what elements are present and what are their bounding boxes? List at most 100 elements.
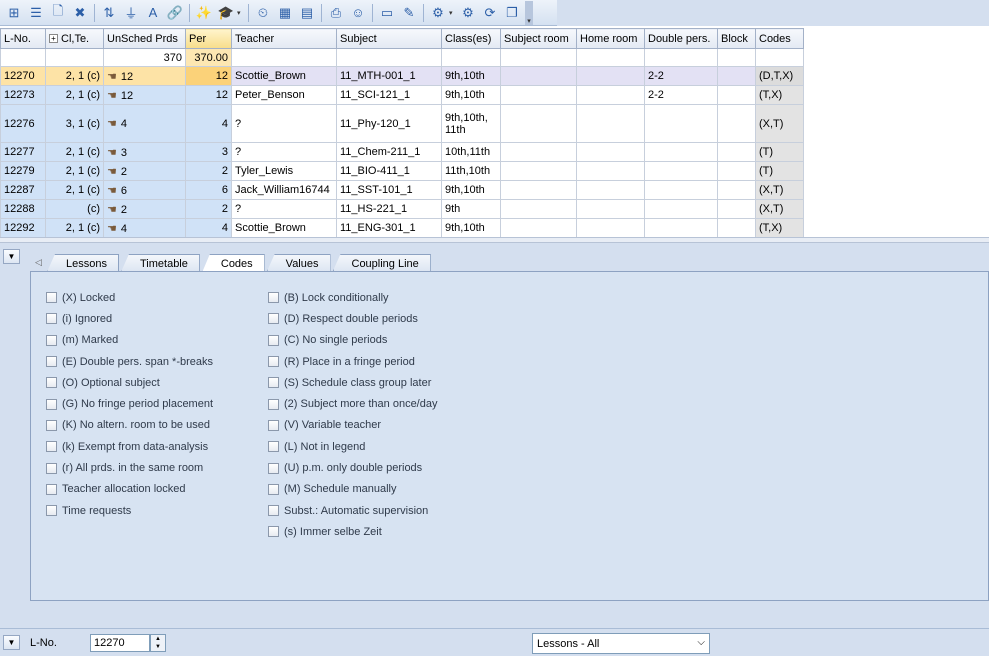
column-header[interactable]: + Cl,Te. (45, 28, 104, 49)
code-checkbox[interactable] (46, 292, 57, 304)
cell-clte[interactable]: (c) (45, 199, 104, 219)
cell-hroom[interactable] (576, 218, 645, 238)
column-header[interactable]: UnSched Prds (103, 28, 186, 49)
cell-codes[interactable]: (X,T) (755, 104, 804, 143)
code-option[interactable]: (R) Place in a fringe period (268, 351, 437, 372)
cell-sroom[interactable] (500, 66, 577, 86)
code-option[interactable]: (U) p.m. only double periods (268, 457, 437, 478)
cell-block[interactable] (717, 104, 756, 143)
cell-clte[interactable]: 2, 1 (c) (45, 161, 104, 181)
print-preview-icon[interactable]: ⎙ (325, 2, 347, 24)
cell-lno[interactable]: 12292 (0, 218, 46, 238)
cell-subject[interactable]: 11_Chem-211_1 (336, 142, 442, 162)
code-option[interactable]: Time requests (46, 500, 213, 521)
cell-subject[interactable]: 11_SST-101_1 (336, 180, 442, 200)
code-option[interactable]: (K) No altern. room to be used (46, 415, 213, 436)
cell-clte[interactable]: 3, 1 (c) (45, 104, 104, 143)
spin-up-icon[interactable]: ▲ (155, 635, 161, 643)
code-checkbox[interactable] (46, 462, 57, 474)
code-option[interactable]: (O) Optional subject (46, 372, 213, 393)
cell-clte[interactable]: 2, 1 (c) (45, 142, 104, 162)
cell-hroom[interactable] (576, 142, 645, 162)
column-header[interactable]: Codes (755, 28, 804, 49)
cell-uns[interactable]: ☚ 12 (103, 66, 186, 86)
cell-codes[interactable]: (D,T,X) (755, 66, 804, 86)
link-icon[interactable]: 🔗 (164, 2, 186, 24)
code-checkbox[interactable] (46, 398, 57, 410)
cell-per[interactable]: 6 (185, 180, 232, 200)
cell-block[interactable] (717, 218, 756, 238)
cell-codes[interactable]: (T,X) (755, 85, 804, 105)
filter-icon[interactable]: ⏚ (120, 2, 142, 24)
cell-clte[interactable]: 2, 1 (c) (45, 180, 104, 200)
cell-classes[interactable]: 9th,10th (441, 66, 501, 86)
cell-classes[interactable]: 9th,10th, 11th (441, 104, 501, 143)
refresh-icon[interactable]: ⟳ (479, 2, 501, 24)
cell-lno[interactable]: 12288 (0, 199, 46, 219)
cell-per[interactable]: 2 (185, 199, 232, 219)
cell-teacher[interactable]: Tyler_Lewis (231, 161, 337, 181)
code-checkbox[interactable] (268, 292, 279, 304)
code-checkbox[interactable] (268, 462, 279, 474)
edit-icon[interactable]: ✎ (398, 2, 420, 24)
graduation-cap-icon[interactable]: 🎓 (215, 2, 237, 24)
matrix-icon[interactable]: ▤ (296, 2, 318, 24)
column-header[interactable]: Block (717, 28, 756, 49)
cell-block[interactable] (717, 180, 756, 200)
cell-teacher[interactable]: ? (231, 104, 337, 143)
table-row[interactable]: 12273 2, 1 (c) ☚ 12 12 Peter_Benson 11_SCI-121… (0, 85, 804, 105)
cell-sroom[interactable] (500, 199, 577, 219)
cell-block[interactable] (717, 161, 756, 181)
code-checkbox[interactable] (268, 334, 279, 346)
copy-icon[interactable]: ❐ (501, 2, 523, 24)
cell-uns[interactable]: ☚ 4 (103, 218, 186, 238)
cell-subject[interactable]: 11_BIO-411_1 (336, 161, 442, 181)
cell-double[interactable] (644, 161, 718, 181)
cell-block[interactable] (717, 85, 756, 105)
list-view-icon[interactable]: ☰ (25, 2, 47, 24)
cell-lno[interactable]: 12279 (0, 161, 46, 181)
cell-teacher[interactable]: ? (231, 199, 337, 219)
column-header[interactable]: Per (185, 28, 232, 49)
code-checkbox[interactable] (268, 526, 279, 538)
cell-subject[interactable]: 11_MTH-001_1 (336, 66, 442, 86)
cell-double[interactable] (644, 142, 718, 162)
tab-lessons[interactable]: Lessons (47, 254, 119, 272)
cell-block[interactable] (717, 142, 756, 162)
cell-uns[interactable]: ☚ 3 (103, 142, 186, 162)
code-option[interactable]: (s) Immer selbe Zeit (268, 521, 437, 542)
cell-block[interactable] (717, 66, 756, 86)
timetable-icon[interactable]: ▦ (274, 2, 296, 24)
column-header[interactable]: Class(es) (441, 28, 501, 49)
cell-teacher[interactable]: Scottie_Brown (231, 218, 337, 238)
cell-double[interactable]: 2-2 (644, 85, 718, 105)
cell-clte[interactable]: 2, 1 (c) (45, 85, 104, 105)
cell-subject[interactable]: 11_ENG-301_1 (336, 218, 442, 238)
cell-codes[interactable]: (T) (755, 142, 804, 162)
cell-subject[interactable]: 11_SCI-121_1 (336, 85, 442, 105)
cell-codes[interactable]: (T,X) (755, 218, 804, 238)
cell-block[interactable] (717, 199, 756, 219)
cell-uns[interactable]: ☚ 2 (103, 199, 186, 219)
cell-clte[interactable]: 2, 1 (c) (45, 66, 104, 86)
code-checkbox[interactable] (268, 356, 279, 368)
code-option[interactable]: (C) No single periods (268, 330, 437, 351)
teacher-icon[interactable]: ☺ (347, 2, 369, 24)
cell-codes[interactable]: (X,T) (755, 180, 804, 200)
cell-double[interactable]: 2-2 (644, 66, 718, 86)
collapse-details-button[interactable]: ▼ (3, 249, 20, 264)
cell-per[interactable]: 4 (185, 104, 232, 143)
cell-sroom[interactable] (500, 142, 577, 162)
cell-uns[interactable]: ☚ 4 (103, 104, 186, 143)
dropdown-arrow-icon[interactable]: ▾ (449, 9, 457, 17)
table-row[interactable]: 12277 2, 1 (c) ☚ 3 3? 11_Chem-211_1 10th,11th(… (0, 142, 804, 162)
code-checkbox[interactable] (46, 377, 57, 389)
column-header[interactable]: Subject (336, 28, 442, 49)
tab-values[interactable]: Values (266, 254, 331, 272)
code-option[interactable]: (L) Not in legend (268, 436, 437, 457)
cell-classes[interactable]: 9th (441, 199, 501, 219)
settings-dropdown-icon[interactable]: ⚙ (427, 2, 449, 24)
cell-uns[interactable]: ☚ 2 (103, 161, 186, 181)
code-option[interactable]: (r) All prds. in the same room (46, 457, 213, 478)
screen-icon[interactable]: ▭ (376, 2, 398, 24)
